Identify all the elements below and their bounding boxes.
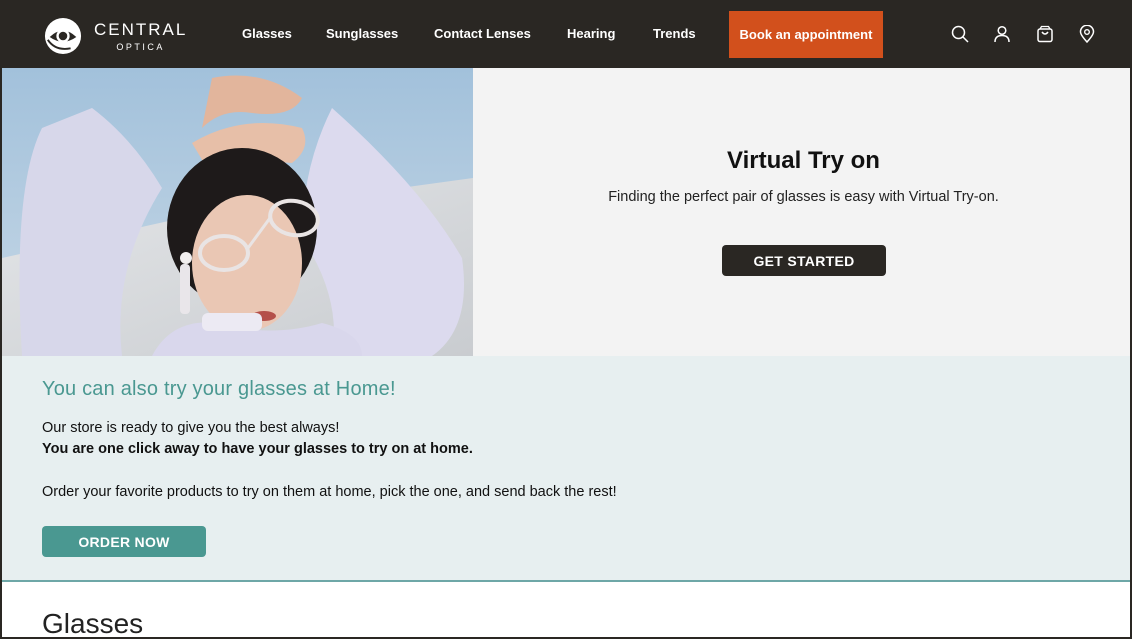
book-appointment-button[interactable]: Book an appointment	[729, 11, 883, 58]
glasses-section-heading: Glasses	[42, 608, 144, 639]
model-wearing-glasses-image	[2, 68, 473, 356]
nav-trends[interactable]: Trends	[653, 26, 696, 41]
order-now-button[interactable]: ORDER NOW	[42, 526, 206, 557]
hero-model-photo	[2, 68, 473, 356]
nav-glasses[interactable]: Glasses	[242, 26, 292, 41]
site-header: CENTRAL OPTICA Glasses Sunglasses Contac…	[2, 0, 1130, 68]
user-icon[interactable]	[993, 25, 1011, 43]
home-try-on-line3: Order your favorite products to try on t…	[42, 484, 617, 500]
home-try-on-section: You can also try your glasses at Home! O…	[2, 356, 1130, 582]
search-icon[interactable]	[951, 25, 969, 43]
cart-icon[interactable]	[1036, 25, 1054, 43]
brand-logo[interactable]: CENTRAL OPTICA	[44, 16, 187, 56]
brand-name-line1: CENTRAL	[94, 19, 188, 39]
location-pin-icon[interactable]	[1078, 25, 1096, 43]
nav-contact-lenses[interactable]: Contact Lenses	[434, 26, 531, 41]
page-frame: CENTRAL OPTICA Glasses Sunglasses Contac…	[0, 0, 1132, 639]
virtual-try-on-title: Virtual Try on	[727, 147, 880, 174]
home-try-on-line2: You are one click away to have your glas…	[42, 441, 473, 457]
brand-name: CENTRAL OPTICA	[94, 21, 187, 52]
home-try-on-line1: Our store is ready to give you the best …	[42, 420, 340, 436]
virtual-try-on-panel: Virtual Try on Finding the perfect pair …	[473, 68, 1130, 356]
nav-hearing[interactable]: Hearing	[567, 26, 615, 41]
get-started-button[interactable]: GET STARTED	[722, 245, 886, 276]
brand-name-line2: OPTICA	[116, 41, 165, 52]
virtual-try-on-subtitle: Finding the perfect pair of glasses is e…	[608, 189, 999, 205]
home-try-on-title: You can also try your glasses at Home!	[42, 378, 396, 400]
nav-sunglasses[interactable]: Sunglasses	[326, 26, 398, 41]
eye-logo-icon	[44, 17, 82, 55]
